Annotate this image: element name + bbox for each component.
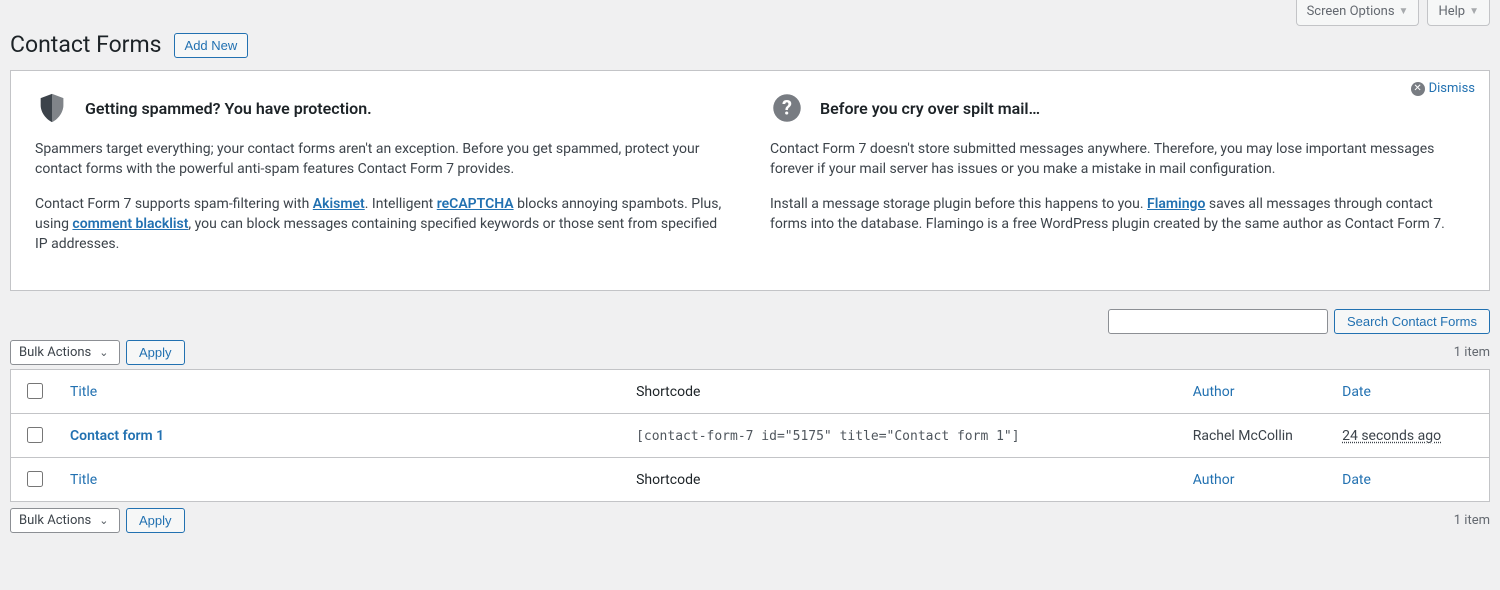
apply-button-bottom[interactable]: Apply	[126, 508, 185, 533]
contact-forms-table: Title Shortcode Author Date Contact form…	[10, 369, 1490, 502]
panel-text: Spammers target everything; your contact…	[35, 139, 730, 180]
table-row: Contact form 1 [contact-form-7 id="5175"…	[11, 414, 1490, 458]
row-checkbox[interactable]	[27, 427, 43, 443]
search-button[interactable]: Search Contact Forms	[1334, 309, 1490, 334]
shortcode-text: [contact-form-7 id="5175" title="Contact…	[636, 429, 1020, 444]
dismiss-label: Dismiss	[1429, 81, 1475, 96]
page-title: Contact Forms	[10, 26, 162, 58]
select-all-checkbox[interactable]	[27, 383, 43, 399]
help-button[interactable]: Help ▼	[1427, 0, 1490, 26]
bulk-actions-select[interactable]: Bulk Actions ⌄	[10, 340, 120, 365]
screen-options-button[interactable]: Screen Options ▼	[1296, 0, 1420, 26]
author-text: Rachel McCollin	[1181, 414, 1330, 458]
column-shortcode: Shortcode	[624, 370, 1181, 414]
panel-heading-spam: Getting spammed? You have protection.	[85, 99, 372, 118]
bulk-actions-label: Bulk Actions	[19, 345, 91, 360]
column-date-sort[interactable]: Date	[1342, 472, 1371, 488]
column-title-sort[interactable]: Title	[70, 384, 97, 400]
recaptcha-link[interactable]: reCAPTCHA	[437, 196, 514, 212]
column-author-sort[interactable]: Author	[1193, 384, 1235, 400]
question-icon: ?	[770, 91, 804, 125]
panel-text: Contact Form 7 doesn't store submitted m…	[770, 139, 1465, 180]
items-count-bottom: 1 item	[1454, 513, 1490, 528]
column-shortcode: Shortcode	[624, 458, 1181, 502]
dismiss-button[interactable]: ✕ Dismiss	[1411, 81, 1475, 96]
select-all-checkbox-bottom[interactable]	[27, 471, 43, 487]
chevron-down-icon: ▼	[1399, 6, 1409, 17]
column-date-sort[interactable]: Date	[1342, 384, 1371, 400]
panel-text: Install a message storage plugin before …	[770, 194, 1465, 235]
apply-button[interactable]: Apply	[126, 340, 185, 365]
flamingo-link[interactable]: Flamingo	[1147, 196, 1205, 212]
screen-options-label: Screen Options	[1307, 4, 1395, 19]
date-text: 24 seconds ago	[1342, 428, 1441, 444]
chevron-down-icon: ⌄	[99, 514, 108, 527]
bulk-actions-label: Bulk Actions	[19, 513, 91, 528]
akismet-link[interactable]: Akismet	[313, 196, 365, 212]
form-title-link[interactable]: Contact form 1	[70, 428, 164, 444]
column-author-sort[interactable]: Author	[1193, 472, 1235, 488]
chevron-down-icon: ▼	[1469, 6, 1479, 17]
shield-icon	[35, 91, 69, 125]
panel-text: Contact Form 7 supports spam-filtering w…	[35, 194, 730, 255]
chevron-down-icon: ⌄	[99, 346, 108, 359]
svg-text:?: ?	[782, 95, 792, 119]
help-label: Help	[1438, 4, 1465, 19]
items-count: 1 item	[1454, 345, 1490, 360]
comment-blacklist-link[interactable]: comment blacklist	[72, 216, 188, 232]
column-title-sort[interactable]: Title	[70, 472, 97, 488]
add-new-button[interactable]: Add New	[174, 33, 249, 58]
close-icon: ✕	[1411, 82, 1425, 96]
bulk-actions-select-bottom[interactable]: Bulk Actions ⌄	[10, 508, 120, 533]
search-input[interactable]	[1108, 309, 1328, 334]
welcome-panel: ✕ Dismiss Getting spammed? You have prot…	[10, 70, 1490, 291]
panel-heading-mail: Before you cry over spilt mail…	[820, 99, 1040, 118]
